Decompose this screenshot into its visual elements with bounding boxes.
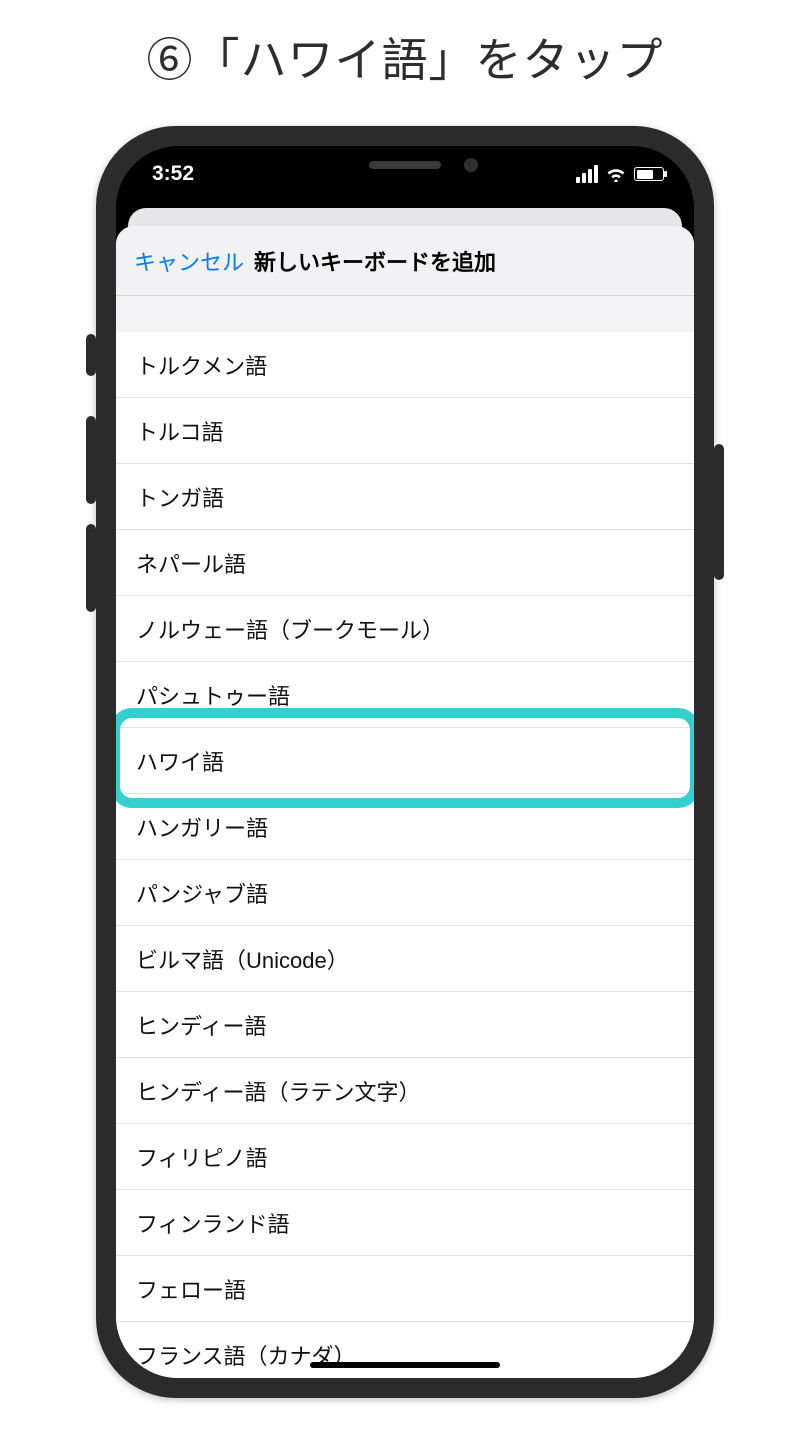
keyboard-row[interactable]: ネパール語 bbox=[116, 530, 694, 596]
keyboard-row[interactable]: ヒンディー語（ラテン文字） bbox=[116, 1058, 694, 1124]
silence-switch bbox=[86, 334, 96, 376]
add-keyboard-sheet: キャンセル 新しいキーボードを追加 トルクメン語トルコ語トンガ語ネパール語ノルウ… bbox=[116, 226, 694, 1378]
keyboard-list[interactable]: トルクメン語トルコ語トンガ語ネパール語ノルウェー語（ブークモール）パシュトゥー語… bbox=[116, 332, 694, 1378]
keyboard-row[interactable]: パシュトゥー語 bbox=[116, 662, 694, 728]
keyboard-row[interactable]: フランス語（カナダ） bbox=[116, 1322, 694, 1378]
front-camera bbox=[464, 158, 478, 172]
phone-screen: 3:52 キャンセル 新しいキーボードを追加 トルクメン語トルコ語トンガ語ネパー… bbox=[116, 146, 694, 1378]
battery-icon bbox=[634, 167, 664, 181]
volume-down-button bbox=[86, 524, 96, 612]
instruction-caption: ⑥「ハワイ語」をタップ bbox=[0, 24, 810, 90]
home-indicator[interactable] bbox=[310, 1362, 500, 1368]
cancel-button[interactable]: キャンセル bbox=[134, 245, 244, 277]
notch bbox=[274, 146, 536, 184]
keyboard-row[interactable]: パンジャブ語 bbox=[116, 860, 694, 926]
keyboard-row[interactable]: フィリピノ語 bbox=[116, 1124, 694, 1190]
keyboard-row[interactable]: トンガ語 bbox=[116, 464, 694, 530]
keyboard-row[interactable]: トルコ語 bbox=[116, 398, 694, 464]
keyboard-row[interactable]: ヒンディー語 bbox=[116, 992, 694, 1058]
keyboard-row[interactable]: ノルウェー語（ブークモール） bbox=[116, 596, 694, 662]
keyboard-row[interactable]: ビルマ語（Unicode） bbox=[116, 926, 694, 992]
power-button bbox=[714, 444, 724, 580]
wifi-icon bbox=[606, 166, 626, 182]
keyboard-row[interactable]: フェロー語 bbox=[116, 1256, 694, 1322]
phone-frame: 3:52 キャンセル 新しいキーボードを追加 トルクメン語トルコ語トンガ語ネパー… bbox=[96, 126, 714, 1398]
cellular-signal-icon bbox=[576, 165, 598, 183]
sheet-header: キャンセル 新しいキーボードを追加 bbox=[116, 226, 694, 296]
status-time: 3:52 bbox=[152, 158, 194, 186]
earpiece-speaker bbox=[369, 161, 441, 169]
keyboard-row[interactable]: ハワイ語 bbox=[116, 728, 694, 794]
sheet-title: 新しいキーボードを追加 bbox=[254, 245, 496, 277]
volume-up-button bbox=[86, 416, 96, 504]
keyboard-row[interactable]: フィンランド語 bbox=[116, 1190, 694, 1256]
keyboard-row[interactable]: ハンガリー語 bbox=[116, 794, 694, 860]
keyboard-row[interactable]: トルクメン語 bbox=[116, 332, 694, 398]
